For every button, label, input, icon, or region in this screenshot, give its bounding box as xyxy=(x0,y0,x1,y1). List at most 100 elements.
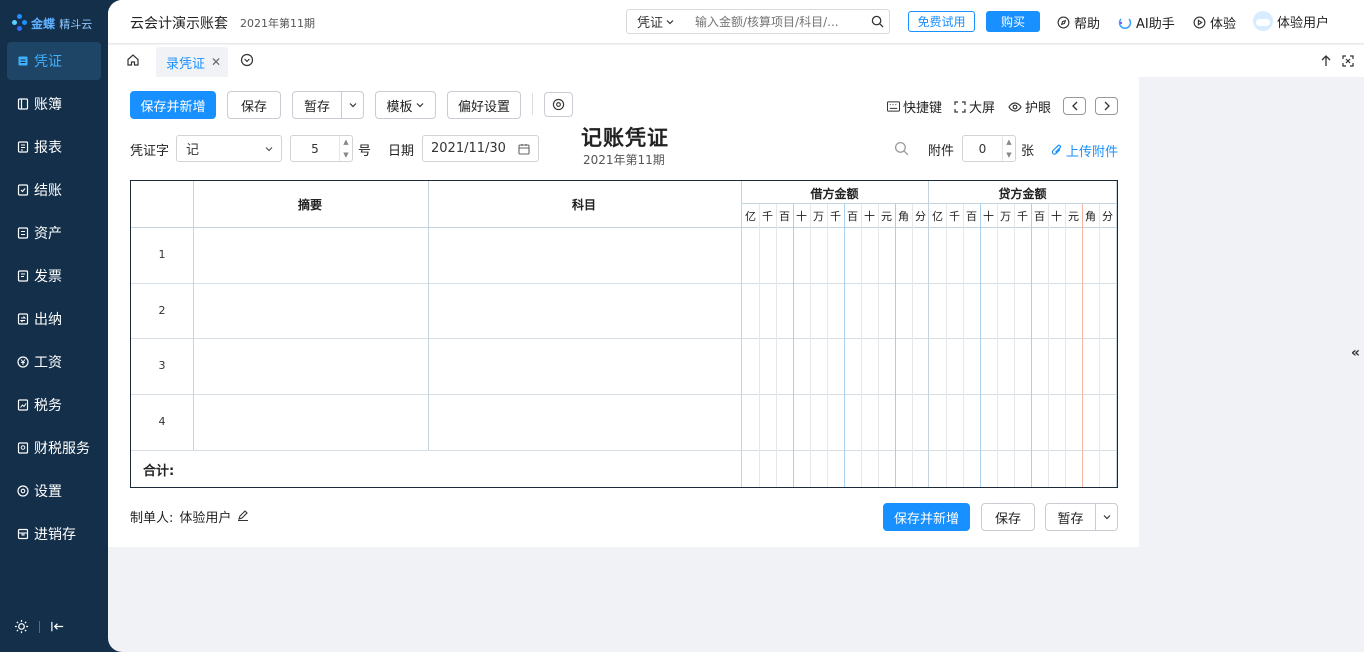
digit-header: 十 xyxy=(864,210,875,223)
maker-name: 体验用户 xyxy=(179,511,232,526)
credit-cell[interactable] xyxy=(929,284,1116,338)
sidebar-item-settings[interactable]: 设置 xyxy=(7,472,101,510)
account-name[interactable]: 云会计演示账套 xyxy=(130,13,228,33)
sidebar-item-closing[interactable]: 结账 xyxy=(7,171,101,209)
voucher-period: 2021年第11期 xyxy=(583,153,665,167)
footer-save-button[interactable]: 保存 xyxy=(981,503,1035,531)
prev-voucher-button[interactable] xyxy=(1063,97,1086,115)
sidebar-item-voucher[interactable]: 凭证 xyxy=(7,42,101,80)
sidebar-item-tax[interactable]: 税务 xyxy=(7,386,101,424)
subject-cell[interactable] xyxy=(429,228,741,282)
summary-cell[interactable] xyxy=(194,339,428,393)
shortcuts-button[interactable]: 快捷键 xyxy=(887,97,942,116)
closing-icon xyxy=(16,183,30,197)
sun-icon[interactable] xyxy=(14,619,29,634)
digit-header: 百 xyxy=(847,210,858,223)
debit-cell[interactable] xyxy=(742,395,928,449)
avatar xyxy=(1253,11,1273,31)
date-picker[interactable]: 2021/11/30 xyxy=(422,135,539,162)
subject-cell[interactable] xyxy=(429,339,741,393)
home-icon[interactable] xyxy=(126,53,140,71)
caret-up-icon[interactable]: ▲ xyxy=(340,136,352,149)
ai-assistant-link[interactable]: AI助手 xyxy=(1118,13,1175,32)
tab-bar-tools xyxy=(1320,55,1354,67)
sidebar-item-inventory[interactable]: 进销存 xyxy=(7,515,101,553)
grid-line xyxy=(741,203,1116,204)
caret-up-icon[interactable]: ▲ xyxy=(1003,136,1015,149)
sidebar-item-cashier[interactable]: 出纳 xyxy=(7,300,101,338)
voucher-number-stepper[interactable]: 5 ▲ ▼ xyxy=(290,135,353,162)
digit-header: 万 xyxy=(1000,210,1011,223)
hold-split-button: 暂存 xyxy=(292,91,364,119)
user-menu[interactable]: 体验用户 xyxy=(1253,11,1329,31)
summary-cell[interactable] xyxy=(194,395,428,449)
next-voucher-button[interactable] xyxy=(1095,97,1118,115)
attachment-count-stepper[interactable]: 0 ▲ ▼ xyxy=(962,135,1016,162)
footer-hold-dropdown[interactable] xyxy=(1095,504,1117,530)
search-type-select[interactable]: 凭证 xyxy=(627,12,679,31)
digit-header: 百 xyxy=(1034,210,1045,223)
inventory-icon xyxy=(16,527,30,541)
tabs-menu-icon[interactable] xyxy=(240,53,254,71)
number-suffix: 号 xyxy=(358,144,372,159)
eye-icon xyxy=(1008,101,1022,112)
subject-column-header: 科目 xyxy=(571,198,596,212)
debit-cell[interactable] xyxy=(742,339,928,393)
summary-cell[interactable] xyxy=(194,284,428,338)
save-and-new-button[interactable]: 保存并新增 xyxy=(130,91,216,119)
fullscreen-button[interactable]: 大屏 xyxy=(954,97,995,116)
chevron-down-icon xyxy=(666,19,674,24)
eye-care-button[interactable]: 护眼 xyxy=(1008,97,1051,116)
debit-cell[interactable] xyxy=(742,228,928,282)
template-button[interactable]: 模板 xyxy=(375,91,436,119)
digit-header: 元 xyxy=(881,210,892,223)
help-link[interactable]: 帮助 xyxy=(1057,13,1100,32)
stepper-arrows[interactable]: ▲ ▼ xyxy=(339,136,352,161)
footer-save-and-new-button[interactable]: 保存并新增 xyxy=(883,503,970,531)
digit-header: 千 xyxy=(949,210,960,223)
credit-cell[interactable] xyxy=(929,228,1116,282)
voucher-word-select[interactable]: 记 xyxy=(176,135,282,162)
footer-hold-button[interactable]: 暂存 xyxy=(1046,504,1095,530)
sidebar-item-report[interactable]: 报表 xyxy=(7,128,101,166)
close-icon[interactable]: ✕ xyxy=(211,55,221,69)
logo[interactable]: 金蝶 精斗云 xyxy=(12,11,102,35)
arrow-up-icon[interactable] xyxy=(1320,55,1332,67)
sidebar-item-payroll[interactable]: 工资 xyxy=(7,343,101,381)
preferences-button[interactable]: 偏好设置 xyxy=(447,91,521,119)
collapse-sidebar-icon[interactable] xyxy=(50,619,65,634)
hold-dropdown[interactable] xyxy=(341,92,363,118)
edit-icon[interactable] xyxy=(237,509,249,525)
search-icon[interactable] xyxy=(894,141,909,160)
subject-cell[interactable] xyxy=(429,395,741,449)
view-settings-button[interactable] xyxy=(544,92,573,117)
buy-button[interactable]: 购买 xyxy=(986,11,1040,32)
digit-header: 元 xyxy=(1068,210,1079,223)
subject-cell[interactable] xyxy=(429,284,741,338)
credit-cell[interactable] xyxy=(929,395,1116,449)
sidebar-item-invoice[interactable]: 发票 xyxy=(7,257,101,295)
experience-link[interactable]: 体验 xyxy=(1193,13,1236,32)
stepper-arrows[interactable]: ▲ ▼ xyxy=(1002,136,1015,161)
user-name: 体验用户 xyxy=(1277,15,1330,31)
sidebar-item-taxservice[interactable]: 财税服务 xyxy=(7,429,101,467)
credit-cell[interactable] xyxy=(929,339,1116,393)
date-label: 日期 xyxy=(388,144,415,159)
search-input[interactable] xyxy=(679,14,865,29)
upload-attachment-link[interactable]: 上传附件 xyxy=(1051,141,1118,160)
caret-down-icon[interactable]: ▼ xyxy=(340,149,352,162)
grid-line xyxy=(1116,181,1117,487)
sidebar-item-assets[interactable]: 资产 xyxy=(7,214,101,252)
hold-button[interactable]: 暂存 xyxy=(293,92,341,118)
double-chevron-left-icon[interactable]: « xyxy=(1351,345,1360,361)
save-button[interactable]: 保存 xyxy=(227,91,281,119)
expand-icon[interactable] xyxy=(1342,55,1354,67)
summary-cell[interactable] xyxy=(194,228,428,282)
tab-record-voucher[interactable]: 录凭证 ✕ xyxy=(156,47,228,77)
search-icon[interactable] xyxy=(865,15,889,28)
caret-down-icon[interactable]: ▼ xyxy=(1003,149,1015,162)
debit-cell[interactable] xyxy=(742,284,928,338)
sidebar-item-ledger[interactable]: 账簿 xyxy=(7,85,101,123)
upload-label: 上传附件 xyxy=(1066,145,1119,160)
free-trial-button[interactable]: 免费试用 xyxy=(908,11,975,32)
